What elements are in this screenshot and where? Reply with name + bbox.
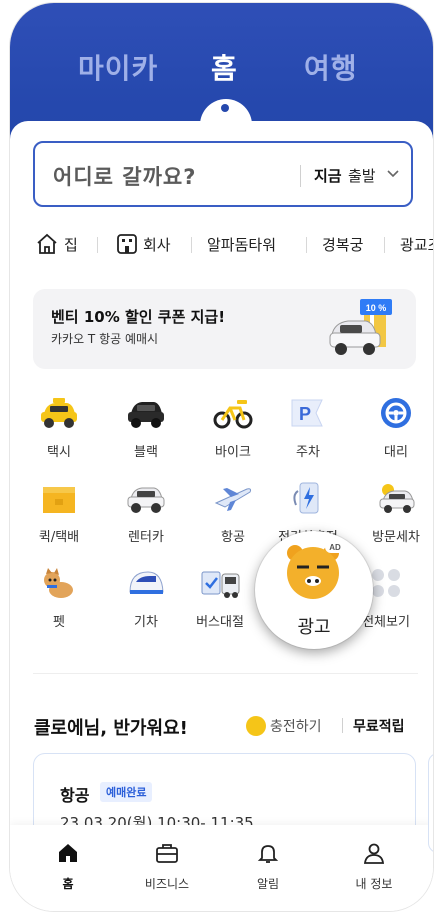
building-icon[interactable]	[115, 232, 139, 256]
ev-charger-icon	[293, 482, 319, 514]
favorite-separator	[384, 237, 385, 253]
service-label: 바이크	[215, 445, 251, 460]
bus-icon	[201, 571, 240, 598]
coin-icon	[246, 716, 266, 736]
service-label: 택시	[47, 445, 71, 460]
service-car-wash[interactable]: 방문세차	[358, 481, 433, 551]
top-tabs: 마이카 홈 여행	[10, 47, 433, 97]
departure-label[interactable]: 출발	[348, 165, 376, 186]
favorite-gwanggyo[interactable]: 광교조	[400, 234, 433, 255]
person-icon	[363, 843, 385, 864]
home-outline-icon[interactable]	[35, 232, 59, 256]
bottom-tab-home[interactable]: 홈	[28, 841, 108, 901]
tab-home[interactable]: 홈	[211, 47, 238, 87]
service-label: 대리	[384, 445, 408, 460]
search-divider	[300, 165, 301, 187]
tab-mycar[interactable]: 마이카	[78, 47, 158, 87]
service-bike[interactable]: 바이크	[195, 396, 271, 466]
banner-subtitle: 카카오 T 항공 예매시	[51, 332, 159, 346]
favorite-alphadom[interactable]: 알파돔타워	[207, 234, 276, 255]
favorite-separator	[97, 237, 98, 253]
favorite-separator	[191, 237, 192, 253]
car-wash-icon	[379, 484, 415, 513]
service-parking[interactable]: P 주차	[270, 396, 346, 466]
service-label: 퀵/택배	[38, 530, 80, 545]
service-pet[interactable]: 펫	[21, 566, 97, 636]
ad-bubble[interactable]: AD 광고	[255, 531, 373, 649]
greeting-separator	[342, 718, 343, 733]
bell-icon	[257, 845, 279, 863]
phone-screen: 마이카 홈 여행 어디로 갈까요? 지금 출발 집 회사 알파돔타워 경복궁 광…	[10, 3, 433, 911]
bottom-tab-label: 홈	[62, 877, 74, 891]
charge-link[interactable]: 충전하기	[270, 716, 322, 736]
free-points-link[interactable]: 무료적립	[353, 716, 405, 736]
bottom-tab-business[interactable]: 비즈니스	[127, 841, 207, 901]
taxi-icon	[41, 398, 77, 428]
driver-icon	[381, 398, 411, 428]
svg-text:P: P	[299, 404, 311, 424]
bottom-tab-my-info[interactable]: 내 정보	[334, 841, 414, 901]
service-label: 버스대절	[196, 615, 244, 630]
banner-title: 벤티 10% 할인 쿠폰 지급!	[51, 308, 226, 326]
dog-icon	[44, 568, 73, 598]
service-quick-delivery[interactable]: 퀵/택배	[21, 481, 97, 551]
booking-title: 항공	[60, 786, 90, 805]
service-bus-charter[interactable]: 버스대절	[182, 566, 258, 636]
section-divider	[33, 673, 418, 674]
airplane-icon	[214, 488, 252, 511]
service-label: 렌터카	[128, 530, 164, 545]
service-driver[interactable]: 대리	[358, 396, 433, 466]
bottom-tab-bar: 홈 비즈니스 알림 내 정보	[10, 825, 433, 911]
parking-icon: P	[291, 399, 323, 427]
home-icon	[59, 844, 77, 862]
booking-status-badge: 예매완료	[100, 782, 153, 802]
service-black[interactable]: 블랙	[108, 396, 184, 466]
greeting: 클로에님, 반가워요!	[34, 718, 188, 739]
bottom-tab-notifications[interactable]: 알림	[228, 841, 308, 901]
service-taxi[interactable]: 택시	[21, 396, 97, 466]
box-icon	[43, 487, 75, 513]
service-flight[interactable]: 항공	[195, 481, 271, 551]
active-tab-dot	[221, 104, 229, 112]
next-card-peek[interactable]	[428, 753, 433, 853]
search-placeholder[interactable]: 어디로 갈까요?	[53, 161, 196, 191]
chevron-down-icon[interactable]	[385, 165, 401, 181]
ad-label: 광고	[297, 617, 331, 638]
favorite-office[interactable]: 회사	[143, 234, 171, 255]
service-label: 블랙	[134, 445, 158, 460]
briefcase-icon	[156, 844, 178, 863]
service-label: 방문세차	[372, 530, 420, 545]
favorite-gyeongbokgung[interactable]: 경복궁	[322, 234, 363, 255]
ad-badge: AD	[329, 543, 341, 552]
favorite-places: 집 회사 알파돔타워 경복궁 광교조	[35, 232, 433, 260]
coupon-tag: 10 %	[366, 303, 387, 313]
train-icon	[129, 571, 164, 594]
promo-banner[interactable]: 벤티 10% 할인 쿠폰 지급! 카카오 T 항공 예매시 10 %	[33, 289, 416, 369]
favorite-separator	[306, 237, 307, 253]
bottom-tab-label: 비즈니스	[144, 877, 190, 891]
service-label: 항공	[221, 530, 245, 545]
service-rental-car[interactable]: 렌터카	[108, 481, 184, 551]
coupon-car-illustration: 10 %	[329, 299, 392, 355]
bike-icon	[213, 400, 253, 429]
service-label: 펫	[53, 615, 65, 630]
tab-travel[interactable]: 여행	[304, 47, 358, 87]
service-train[interactable]: 기차	[108, 566, 184, 636]
favorite-home[interactable]: 집	[64, 234, 78, 255]
destination-search[interactable]: 어디로 갈까요? 지금 출발	[33, 141, 413, 207]
service-label: 기차	[134, 615, 158, 630]
rental-car-icon	[127, 487, 165, 513]
service-label: 주차	[296, 445, 320, 460]
black-car-icon	[128, 402, 164, 428]
bottom-tab-label: 알림	[256, 877, 280, 891]
ryan-character-icon: AD	[287, 541, 345, 599]
bottom-tab-label: 내 정보	[355, 877, 393, 891]
departure-time[interactable]: 지금	[314, 165, 342, 186]
